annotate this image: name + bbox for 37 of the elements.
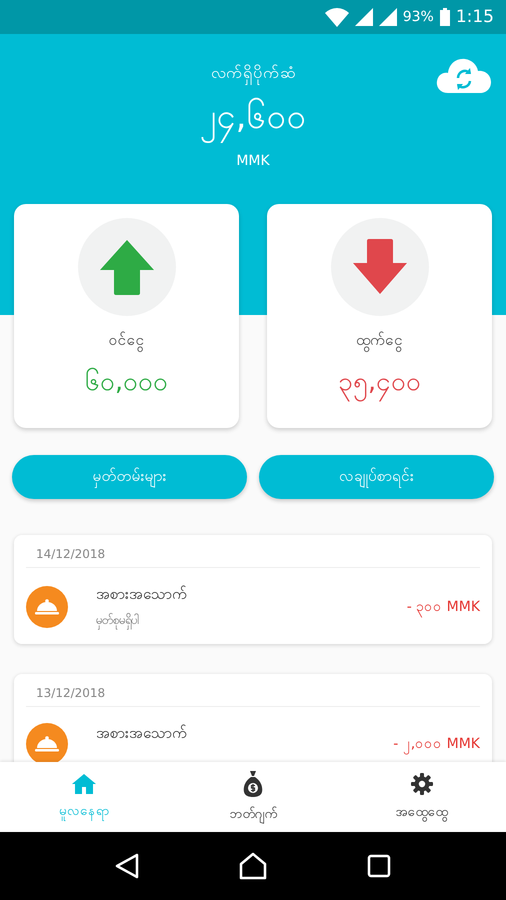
bottom-nav-tab[interactable]: ဘတ်ဂျက် [168,762,338,832]
battery-icon [440,8,450,26]
up-arrow-icon [98,238,154,296]
transaction-card[interactable]: 14/12/2018 အစားအသောက် မှတ်စုမရှိပါ - ၃၀၀ MMK [14,535,492,644]
bottom-nav-tab[interactable]: အထွေထွေ [337,762,506,832]
transaction-date: 14/12/2018 [26,543,480,568]
down-arrow-icon [352,238,408,296]
recents-icon[interactable] [367,854,391,878]
clock-time: 1:15 [456,7,494,27]
tab-label: ဘတ်ဂျက် [229,804,276,824]
balance-label: လက်ရှိပိုက်ဆံ [211,62,295,86]
summary-amount: ၆၀,၀၀၀ [84,366,168,399]
summary-label: ဝင်ငွေ [108,330,144,352]
transaction-date: 13/12/2018 [26,682,480,707]
tab-label: မူလနေရာ [58,802,110,820]
currency-label: MMK [236,153,270,169]
transaction-amount: - ၃၀၀ MMK [406,596,480,618]
summary-card[interactable]: ဝင်ငွေ ၆၀,၀၀၀ [14,204,239,428]
back-icon[interactable] [115,853,139,879]
transaction-note: မှတ်စုမရှိပါ [96,612,407,630]
transaction-card[interactable]: 13/12/2018 အစားအသောက် - ၂,၀၀၀ MMK [14,674,492,762]
signal-icon [378,8,397,26]
transaction-amount: - ၂,၀၀၀ MMK [393,734,480,754]
transaction-category: အစားအသောက် [96,584,188,605]
money-bag-icon [242,770,263,796]
summary-amount: ၃၅,၄၀၀ [338,364,422,403]
summary-label: ထွက်ငွေ [356,330,403,352]
food-cloche-icon [26,586,68,628]
wifi-icon [324,7,349,27]
summary-card[interactable]: ထွက်ငွေ ၃၅,၄၀၀ [267,204,492,428]
balance-amount: ၂၄,၆၀၀ [200,94,306,145]
tab-label: အထွေထွေ [396,802,448,822]
home-icon[interactable] [239,852,267,880]
signal-icon [354,8,373,26]
home-icon [72,774,96,794]
battery-percent: 93% [402,9,434,25]
transaction-category: အစားအသောက် [96,723,188,744]
